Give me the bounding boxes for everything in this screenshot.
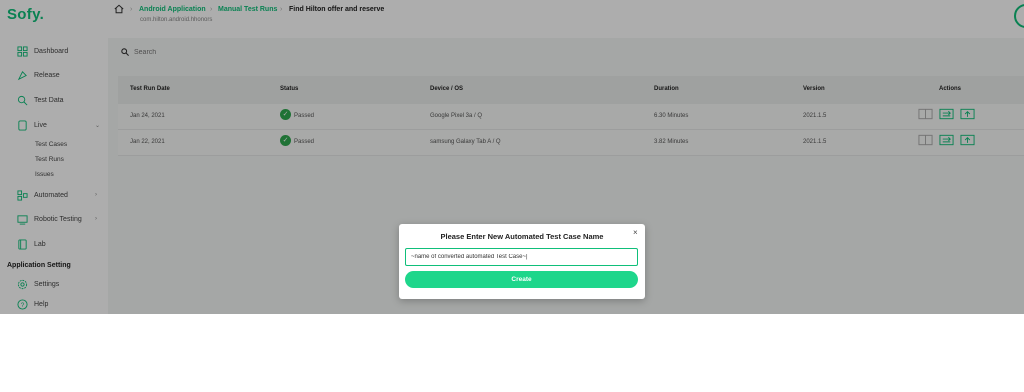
close-icon[interactable]: ×	[633, 228, 638, 237]
new-test-case-dialog: Please Enter New Automated Test Case Nam…	[399, 224, 645, 299]
dialog-title: Please Enter New Automated Test Case Nam…	[440, 232, 604, 241]
app-window: Sofy. Dashboard Release Test Data Live ⌄…	[0, 0, 1024, 314]
test-case-name-input[interactable]	[405, 248, 638, 266]
create-button[interactable]: Create	[405, 271, 638, 288]
